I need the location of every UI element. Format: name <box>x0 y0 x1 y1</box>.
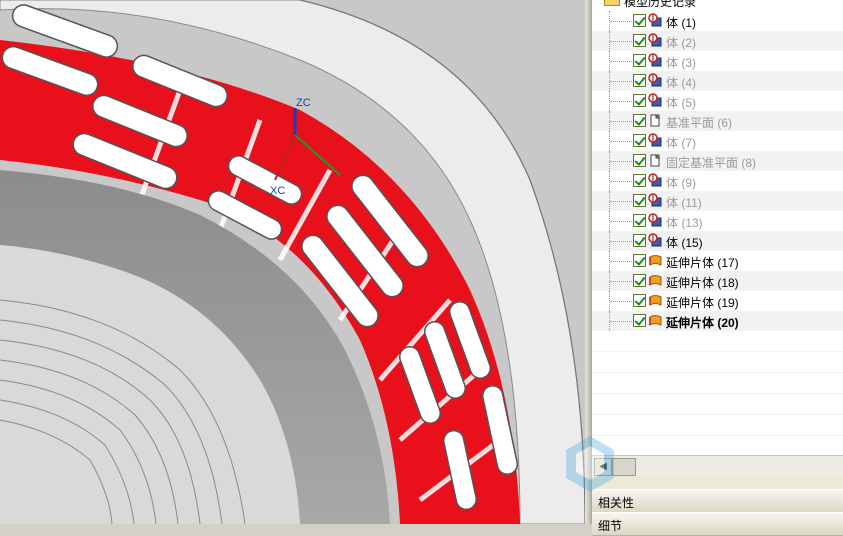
visibility-checkbox[interactable] <box>633 234 646 247</box>
tree-item[interactable]: 延伸片体 (17) <box>592 251 843 271</box>
tree-item[interactable]: 体 (5) <box>592 91 843 111</box>
details-pane[interactable]: 细节 <box>592 512 843 536</box>
tree-item-label: 体 (15) <box>666 236 703 250</box>
tree-item[interactable]: 体 (4) <box>592 71 843 91</box>
tree-connector <box>610 141 632 143</box>
tree-connector <box>610 121 632 123</box>
visibility-checkbox[interactable] <box>633 74 646 87</box>
tree-connector <box>610 161 632 163</box>
visibility-checkbox[interactable] <box>633 134 646 147</box>
tree-item-label: 体 (2) <box>666 36 697 50</box>
extend-sheet-icon <box>648 313 663 328</box>
body-icon <box>648 33 663 48</box>
visibility-checkbox[interactable] <box>633 294 646 307</box>
tree-item-label: 体 (7) <box>666 136 697 150</box>
tree-item-label: 延伸片体 (18) <box>666 276 739 290</box>
tree-connector <box>610 41 632 43</box>
tree-item-label: 体 (9) <box>666 176 697 190</box>
xc-axis-label: XC <box>270 185 285 197</box>
tree-item-label: 固定基准平面 (8) <box>666 156 757 170</box>
tree-item-label: 延伸片体 (20) <box>666 316 739 330</box>
tree-connector <box>610 101 632 103</box>
folder-icon <box>604 0 620 6</box>
tree-item[interactable]: 体 (15) <box>592 231 843 251</box>
model-render[interactable]: ZC XC <box>0 0 585 524</box>
tree-item-label: 延伸片体 (17) <box>666 256 739 270</box>
tree-item[interactable]: 体 (1) <box>592 11 843 31</box>
tree-item-label: 体 (4) <box>666 76 697 90</box>
extend-sheet-icon <box>648 273 663 288</box>
model-history-node[interactable]: 模型历史记录 <box>592 0 843 9</box>
visibility-checkbox[interactable] <box>633 14 646 27</box>
tree-connector <box>610 201 632 203</box>
tree-connector <box>610 21 632 23</box>
extend-sheet-icon <box>648 293 663 308</box>
visibility-checkbox[interactable] <box>633 54 646 67</box>
tree-item[interactable]: 固定基准平面 (8) <box>592 151 843 171</box>
tree-connector <box>610 221 632 223</box>
tree-item-label: 体 (5) <box>666 96 697 110</box>
tree-connector <box>610 181 632 183</box>
visibility-checkbox[interactable] <box>633 114 646 127</box>
visibility-checkbox[interactable] <box>633 34 646 47</box>
tree-item[interactable]: 体 (13) <box>592 211 843 231</box>
body-icon <box>648 233 663 248</box>
tree-item[interactable]: 延伸片体 (20) <box>592 311 843 331</box>
details-label: 细节 <box>598 519 623 533</box>
body-icon <box>648 193 663 208</box>
body-icon <box>648 73 663 88</box>
visibility-checkbox[interactable] <box>633 314 646 327</box>
tree-item-label: 基准平面 (6) <box>666 116 733 130</box>
visibility-checkbox[interactable] <box>633 214 646 227</box>
watermark-logo <box>566 436 614 492</box>
tree-item[interactable]: 体 (2) <box>592 31 843 51</box>
tree-connector <box>610 61 632 63</box>
tree-item[interactable]: 体 (3) <box>592 51 843 71</box>
tree-item[interactable]: 体 (9) <box>592 171 843 191</box>
datum-plane-icon <box>648 153 663 168</box>
tree-item-label: 体 (13) <box>666 216 703 230</box>
datum-plane-icon <box>648 113 663 128</box>
tree-connector <box>610 261 632 263</box>
tree-item[interactable]: 体 (7) <box>592 131 843 151</box>
tree-item[interactable]: 体 (11) <box>592 191 843 211</box>
model-history-label: 模型历史记录 <box>624 0 697 9</box>
body-icon <box>648 173 663 188</box>
tree-connector <box>610 321 632 323</box>
extend-sheet-icon <box>648 253 663 268</box>
tree-connector <box>610 81 632 83</box>
body-icon <box>648 53 663 68</box>
visibility-checkbox[interactable] <box>633 174 646 187</box>
tree-item-label: 体 (11) <box>666 196 702 210</box>
visibility-checkbox[interactable] <box>633 94 646 107</box>
tree-connector <box>610 241 632 243</box>
tree-item-label: 延伸片体 (19) <box>666 296 739 310</box>
body-icon <box>648 13 663 28</box>
graphics-viewport[interactable]: ZC XC <box>0 0 585 524</box>
tree-item[interactable]: 延伸片体 (18) <box>592 271 843 291</box>
visibility-checkbox[interactable] <box>633 154 646 167</box>
tree-connector <box>610 301 632 303</box>
tree-item[interactable]: 基准平面 (6) <box>592 111 843 131</box>
body-icon <box>648 213 663 228</box>
zc-axis-label: ZC <box>296 97 311 109</box>
tree-item-label: 体 (3) <box>666 56 697 70</box>
visibility-checkbox[interactable] <box>633 274 646 287</box>
body-icon <box>648 133 663 148</box>
visibility-checkbox[interactable] <box>633 194 646 207</box>
visibility-checkbox[interactable] <box>633 254 646 267</box>
tree-item-label: 体 (1) <box>666 16 697 30</box>
body-icon <box>648 93 663 108</box>
tree-connector <box>610 281 632 283</box>
tree-item[interactable]: 延伸片体 (19) <box>592 291 843 311</box>
